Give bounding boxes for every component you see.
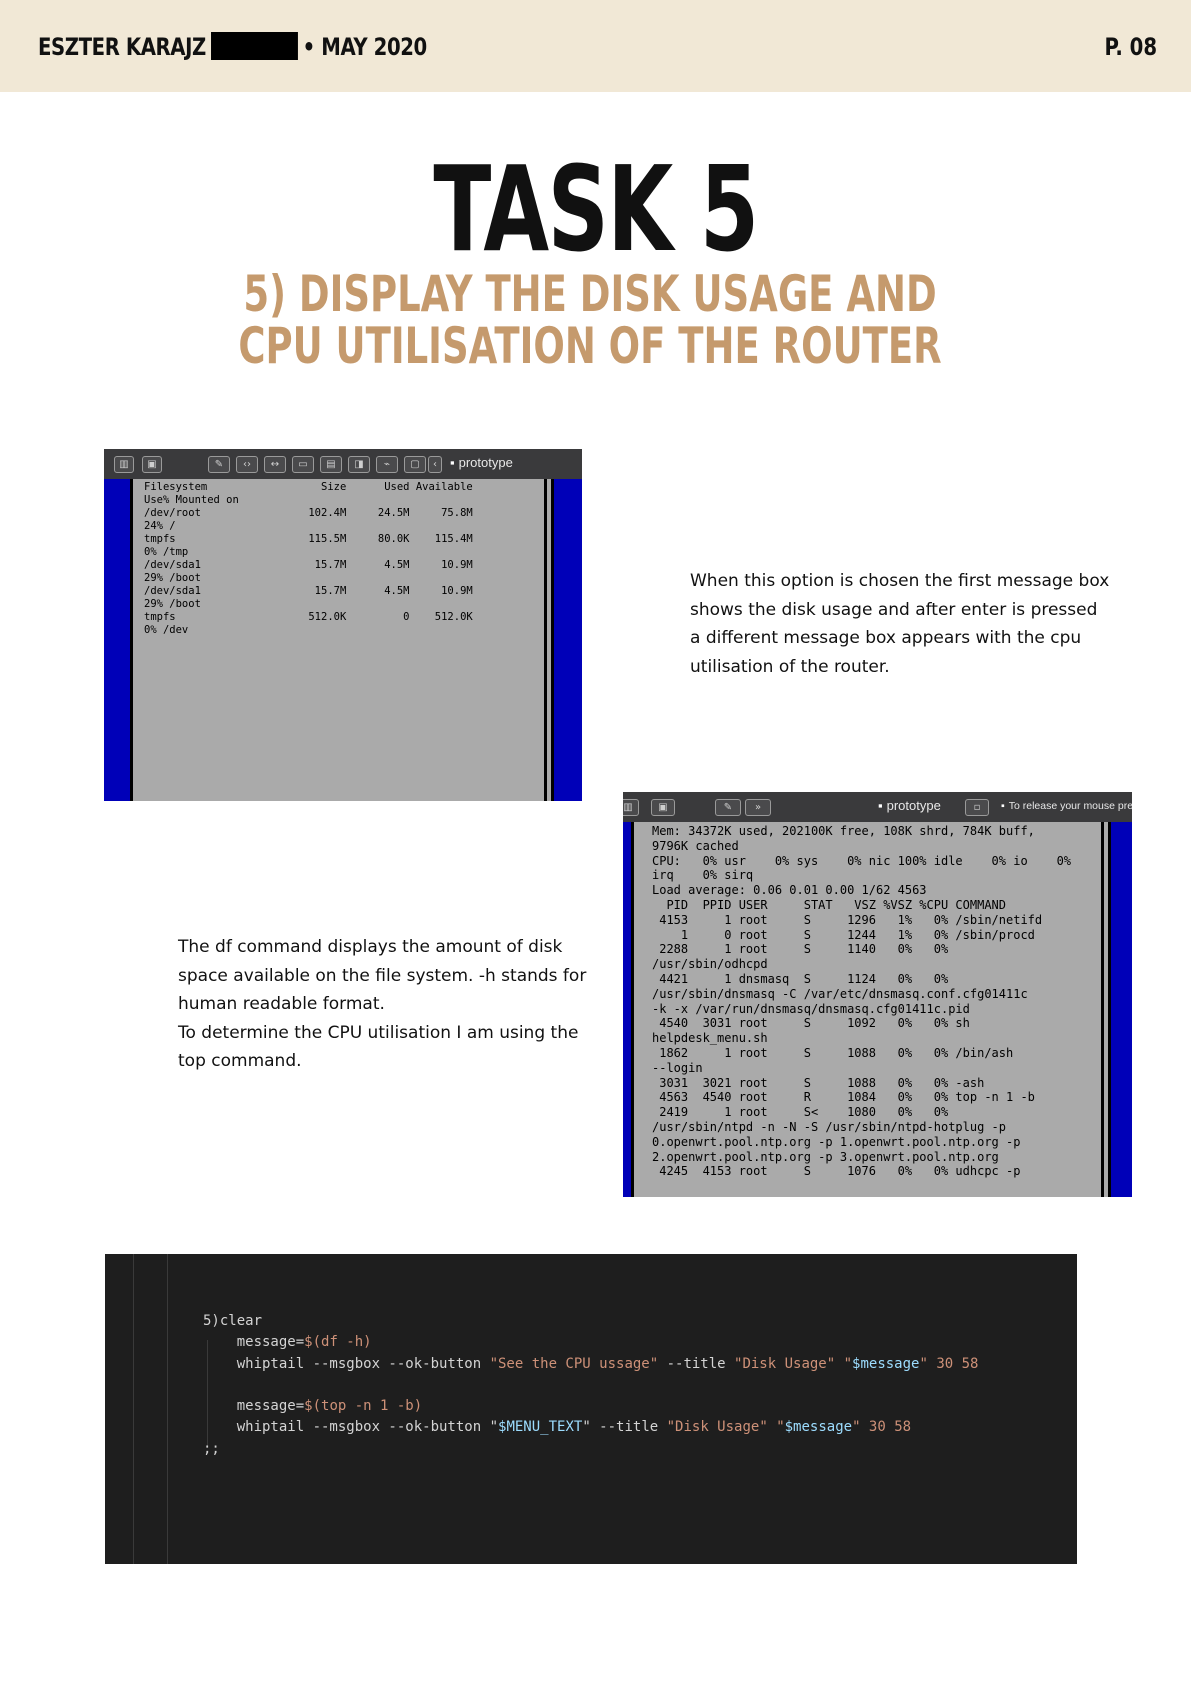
code-token: whiptail --msgbox --ok-button: [203, 1355, 490, 1372]
code-token: ": [767, 1419, 785, 1436]
chevron-left-icon: ‹: [428, 456, 442, 473]
code-token: ": [835, 1355, 853, 1372]
arrows-icon: ↔: [264, 456, 286, 473]
code-text: 5)clear message=$(df -h) whiptail --msgb…: [203, 1311, 978, 1460]
folder-icon: ▢: [404, 456, 426, 473]
explanation-paragraph: When this option is chosen the first mes…: [690, 571, 1110, 677]
wrench-icon: ✎: [208, 456, 230, 473]
code-token: $(df -h): [304, 1334, 372, 1351]
capture-icon: ▫: [965, 799, 989, 816]
top-output: Mem: 34372K used, 202100K free, 108K shr…: [652, 824, 1072, 1179]
wrench-icon: ✎: [715, 799, 741, 816]
window-title: prototype: [450, 455, 513, 470]
cpu-usage-screenshot: ▥ ▣ ✎ » prototype ▫ To release your mous…: [623, 792, 1132, 1197]
snapshot-icon: ▣: [651, 799, 675, 816]
code-token: " 30 58: [852, 1419, 912, 1436]
code-token: --title: [658, 1355, 735, 1372]
code-token: $MENU_TEXT: [498, 1419, 583, 1436]
code-token: $(top -n 1 -b): [304, 1398, 423, 1415]
code-token: " --title: [582, 1419, 667, 1436]
page-subtitle: 5) DISPLAY THE DISK USAGE AND CPU UTILIS…: [238, 265, 942, 375]
code-token: "Disk Usage": [666, 1419, 768, 1436]
header-author-date: ESZTER KARAJZ • MAY 2020: [38, 32, 428, 62]
code-icon: ‹›: [236, 456, 258, 473]
window-title: prototype: [878, 798, 941, 813]
code-token: $message: [852, 1355, 920, 1372]
mouse-release-hint: To release your mouse pre: [1001, 800, 1132, 812]
usb-icon: ⌁: [376, 456, 398, 473]
code-token: "See the CPU ussage": [489, 1355, 659, 1372]
code-token: $message: [784, 1419, 853, 1436]
code-token: "Disk Usage": [734, 1355, 836, 1372]
disk-usage-screenshot: ▥ ▣ ✎ ‹› ↔ ▭ ▤ ◨ ⌁ ▢ ‹ prototype Filesys…: [104, 449, 582, 801]
top-explanation: To determine the CPU utilisation I am us…: [178, 1022, 579, 1072]
df-output: Filesystem Size Used Available Use% Moun…: [144, 481, 473, 636]
author-name: ESZTER KARAJZ: [38, 33, 206, 61]
camera-icon: ◨: [348, 456, 370, 473]
vm-toolbar: ▥ ▣ ✎ » prototype ▫ To release your mous…: [623, 792, 1132, 822]
redaction-bar: [210, 32, 298, 60]
code-snippet: 5)clear message=$(df -h) whiptail --msgb…: [105, 1254, 1077, 1564]
terminal-screen: Filesystem Size Used Available Use% Moun…: [130, 479, 554, 801]
indent-guide: [167, 1254, 168, 1564]
snapshot-icon: ▣: [142, 456, 162, 473]
sidebar-icon: ▥: [623, 799, 639, 816]
page-header: ESZTER KARAJZ • MAY 2020 P. 08: [0, 0, 1191, 92]
sidebar-icon: ▥: [114, 456, 134, 473]
code-end: ;;: [203, 1440, 220, 1457]
more-icon: »: [745, 799, 771, 816]
drive-icon: ▭: [292, 456, 314, 473]
page-number: P. 08: [1104, 33, 1157, 61]
df-explanation: The df command displays the amount of di…: [178, 937, 587, 1014]
vm-toolbar: ▥ ▣ ✎ ‹› ↔ ▭ ▤ ◨ ⌁ ▢ ‹ prototype: [104, 449, 582, 479]
page-title: TASK 5: [433, 140, 759, 278]
code-token: " 30 58: [919, 1355, 979, 1372]
command-explanation: The df command displays the amount of di…: [178, 933, 598, 1076]
terminal-screen: Mem: 34372K used, 202100K free, 108K shr…: [631, 822, 1111, 1197]
header-date: • MAY 2020: [302, 33, 428, 61]
code-token: message=: [203, 1398, 305, 1415]
indent-guide: [133, 1254, 134, 1564]
code-token: whiptail --msgbox --ok-button ": [203, 1419, 499, 1436]
printer-icon: ▤: [320, 456, 342, 473]
code-token: message=: [203, 1334, 305, 1351]
code-case: 5)clear: [203, 1313, 263, 1329]
